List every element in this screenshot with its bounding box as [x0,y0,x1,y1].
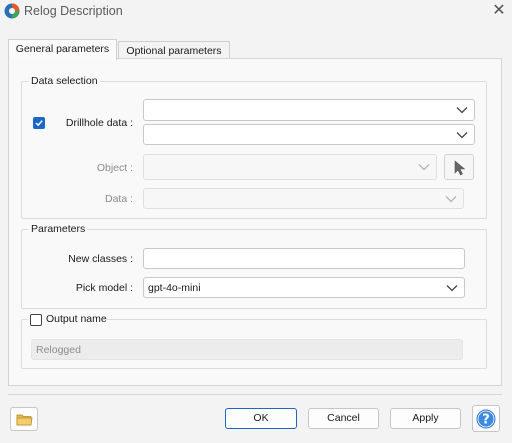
object-label: Object : [96,162,133,174]
drillhole-data-select-2[interactable] [143,124,475,145]
checkmark-icon [35,120,43,127]
ok-button[interactable]: OK [225,408,297,429]
chevron-down-icon [456,107,468,114]
chevron-down-icon [445,195,457,202]
folder-icon [16,414,33,426]
app-logo-icon [4,3,20,19]
pick-model-select[interactable]: gpt-4o-mini [143,277,465,298]
help-button[interactable]: ? [472,405,500,432]
apply-button[interactable]: Apply [390,408,461,429]
svg-text:?: ? [482,413,490,428]
help-icon: ? [476,409,496,429]
chevron-down-icon [446,284,458,291]
chevron-down-icon [456,131,468,138]
data-selection-legend: Data selection [29,75,100,87]
tab-general-parameters[interactable]: General parameters [8,39,117,60]
pick-object-button[interactable] [444,154,474,180]
chevron-down-icon [418,164,430,171]
new-classes-input[interactable] [143,248,465,269]
output-name-checkbox[interactable] [30,314,42,326]
cancel-button[interactable]: Cancel [308,408,379,429]
close-button[interactable]: ✕ [488,1,510,21]
output-name-label: Output name [46,313,107,325]
pick-model-value: gpt-4o-mini [148,281,201,294]
window-title: Relog Description [24,4,123,18]
data-select[interactable] [143,188,464,209]
pick-model-label: Pick model : [75,282,133,294]
new-classes-label: New classes : [68,253,133,265]
cursor-arrow-icon [454,160,466,176]
object-select[interactable] [143,154,437,180]
output-name-value: Relogged [36,343,81,356]
drillhole-data-select-1[interactable] [143,99,475,121]
data-label: Data : [104,193,133,205]
output-name-input[interactable]: Relogged [31,339,463,360]
drillhole-data-checkbox[interactable] [33,117,45,129]
footer-divider [8,394,502,395]
parameters-legend: Parameters [29,223,88,235]
open-folder-button[interactable] [10,407,38,431]
drillhole-data-label: Drillhole data : [65,117,133,129]
